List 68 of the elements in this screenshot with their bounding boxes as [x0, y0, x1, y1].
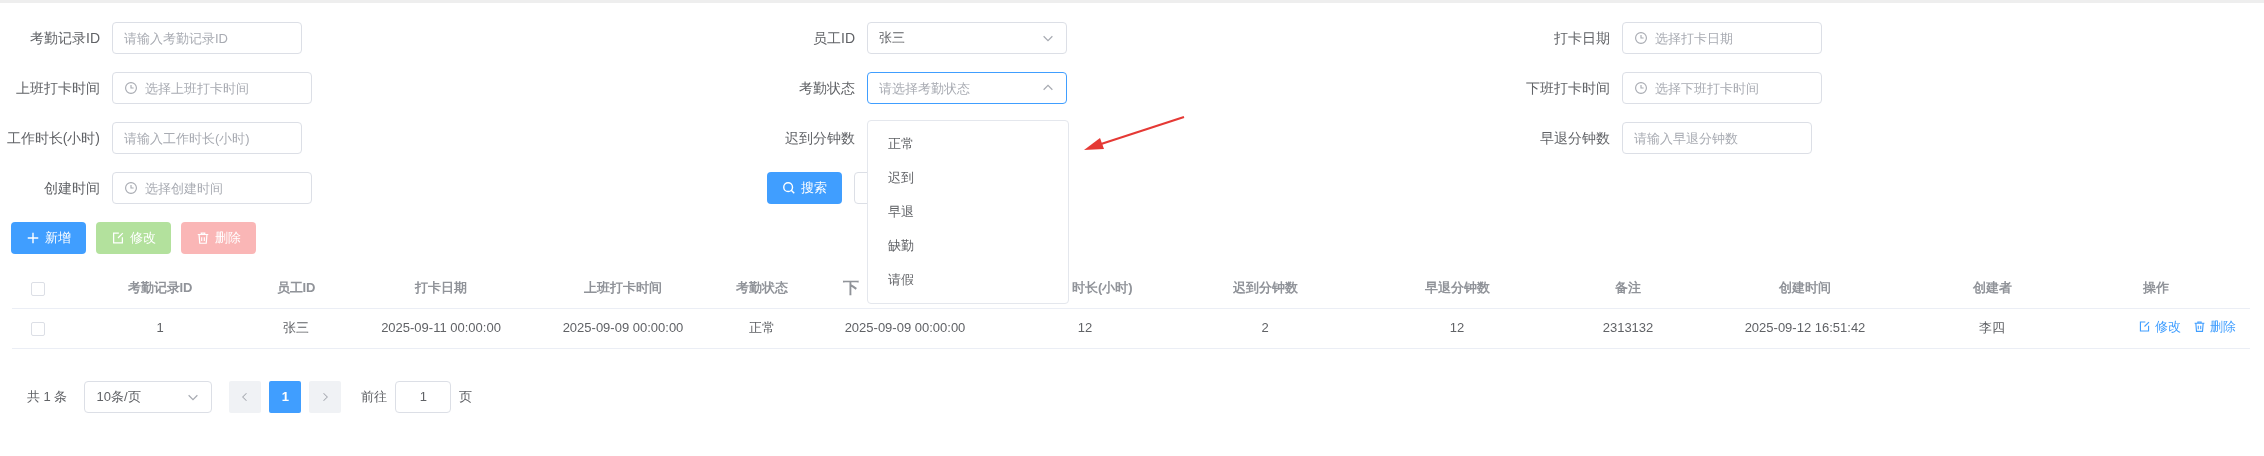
date-picker[interactable]: 选择下班打卡时间: [1622, 72, 1822, 104]
search-icon: [782, 181, 796, 195]
dropdown-option[interactable]: 正常: [868, 127, 1068, 161]
field-label: 考勤记录ID: [29, 29, 100, 47]
total-count: 共 1 条: [27, 387, 68, 406]
plus-icon: [26, 231, 40, 245]
next-page-button[interactable]: [309, 380, 342, 413]
clock-icon: [124, 81, 138, 95]
date-picker[interactable]: 选择打卡日期: [1622, 22, 1822, 54]
page-size-select[interactable]: 10条/页: [84, 380, 213, 413]
column-header: 备注: [1615, 280, 1641, 295]
table-cell: 2: [1261, 320, 1269, 336]
table-cell: 12: [1077, 320, 1093, 336]
page-input[interactable]: 1: [395, 380, 452, 413]
column-header: 考勤状态: [736, 280, 788, 295]
table-cell: 12: [1449, 320, 1465, 336]
column-header: 操作: [2143, 280, 2169, 295]
column-header: 打卡日期: [415, 280, 467, 295]
column-header: 下: [843, 279, 859, 297]
dropdown-option[interactable]: 缺勤: [868, 229, 1068, 263]
table-cell: 张三: [283, 320, 309, 336]
field-label: 迟到分钟数: [784, 129, 855, 147]
date-picker[interactable]: 选择创建时间: [112, 172, 312, 204]
table-cell: 正常: [749, 320, 775, 336]
field-label: 下班打卡时间: [1525, 79, 1610, 97]
text-field[interactable]: 请输入工作时长(小时): [112, 122, 302, 154]
column-header: 创建者: [1972, 280, 2012, 295]
select-field[interactable]: 张三: [867, 22, 1067, 54]
dropdown-option[interactable]: 迟到: [868, 161, 1068, 195]
select-field[interactable]: 请选择考勤状态: [867, 72, 1067, 104]
column-header: 上班打卡时间: [584, 280, 662, 295]
column-header: 员工ID: [276, 280, 316, 295]
table-cell: 2025-09-09 00:00:00: [844, 320, 966, 336]
date-picker[interactable]: 选择上班打卡时间: [112, 72, 312, 104]
column-header: 创建时间: [1779, 280, 1831, 295]
edit-icon: [2138, 320, 2151, 334]
table-cell: 2025-09-11 00:00:00: [381, 320, 501, 336]
checkbox[interactable]: [31, 281, 45, 296]
field-label: 员工ID: [812, 29, 855, 47]
table-cell: 2025-09-12 16:51:42: [1744, 320, 1866, 336]
column-header: 迟到分钟数: [1232, 280, 1298, 295]
text-field[interactable]: 请输入考勤记录ID: [112, 22, 302, 54]
column-header: 早退分钟数: [1424, 280, 1490, 295]
field-label: 上班打卡时间: [15, 79, 100, 97]
field-label: 工作时长(小时): [5, 129, 100, 147]
table-cell: 2025-09-09 00:00:00: [562, 320, 684, 336]
goto-label: 前往: [361, 387, 388, 406]
trash-icon: [2193, 320, 2206, 334]
table-cell: 1: [156, 320, 164, 336]
field-label: 打卡日期: [1553, 29, 1610, 47]
text-field[interactable]: 请输入早退分钟数: [1622, 122, 1812, 154]
checkbox[interactable]: [31, 321, 45, 336]
column-header: 考勤记录ID: [127, 280, 193, 295]
edit-icon: [111, 231, 125, 245]
table-cell: 李四: [1979, 320, 2005, 336]
dropdown-option[interactable]: 请假: [868, 263, 1068, 297]
field-label: 早退分钟数: [1539, 129, 1610, 147]
dropdown-option[interactable]: 早退: [868, 195, 1068, 229]
prev-page-button[interactable]: [229, 380, 262, 413]
column-header: 时长(小时): [1072, 280, 1133, 295]
trash-icon: [196, 231, 210, 245]
table-cell: 2313132: [1602, 320, 1654, 336]
field-label: 考勤状态: [798, 79, 855, 97]
clock-icon: [1634, 31, 1648, 45]
page-suffix: 页: [459, 387, 473, 406]
clock-icon: [1634, 81, 1648, 95]
field-label: 创建时间: [43, 179, 100, 197]
clock-icon: [124, 181, 138, 195]
